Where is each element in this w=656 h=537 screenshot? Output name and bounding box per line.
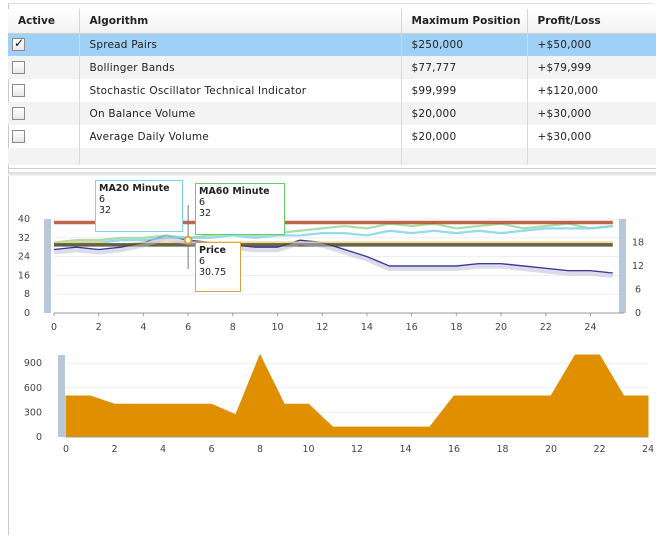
axis-marker bbox=[58, 355, 65, 437]
ma20-tooltip-title: MA20 Minute bbox=[99, 183, 170, 194]
algorithm-cell: Spread Pairs bbox=[79, 33, 402, 56]
empty-row bbox=[8, 148, 656, 165]
y-tick-label: 900 bbox=[24, 358, 42, 369]
ma20-tooltip-y: 32 bbox=[99, 205, 112, 216]
x-tick-label: 8 bbox=[257, 444, 263, 455]
x-tick-label: 16 bbox=[406, 322, 418, 333]
profit-loss-cell: +$79,999 bbox=[527, 56, 656, 79]
ma60-tooltip-title: MA60 Minute bbox=[199, 186, 270, 197]
y2-tick-label: 6 bbox=[635, 285, 641, 296]
table-row[interactable]: ✓ Spread Pairs $250,000 +$50,000 bbox=[8, 33, 656, 56]
x-tick-label: 18 bbox=[450, 322, 462, 333]
y-tick-label: 600 bbox=[24, 383, 42, 394]
max-position-cell: $20,000 bbox=[401, 102, 528, 125]
x-tick-label: 0 bbox=[51, 322, 57, 333]
x-tick-label: 24 bbox=[584, 322, 596, 333]
x-tick-label: 12 bbox=[316, 322, 328, 333]
x-tick-label: 6 bbox=[208, 444, 214, 455]
header-row: Active Algorithm Maximum Position Profit… bbox=[8, 9, 656, 34]
active-checkbox[interactable] bbox=[12, 107, 25, 120]
ma60-tooltip-x: 6 bbox=[199, 197, 206, 208]
column-header-profit-loss[interactable]: Profit/Loss bbox=[527, 9, 656, 34]
column-header-algorithm[interactable]: Algorithm bbox=[79, 9, 402, 34]
algorithm-cell: On Balance Volume bbox=[79, 102, 402, 125]
active-cell[interactable] bbox=[8, 79, 80, 102]
x-tick-label: 4 bbox=[160, 444, 166, 455]
profit-loss-cell: +$50,000 bbox=[527, 33, 656, 56]
x-tick-label: 4 bbox=[140, 322, 146, 333]
axis-marker bbox=[619, 219, 626, 313]
y-tick-label: 24 bbox=[18, 252, 30, 263]
algorithm-cell: Bollinger Bands bbox=[79, 56, 402, 79]
x-tick-label: 10 bbox=[271, 322, 283, 333]
ma60-tooltip-y: 32 bbox=[199, 208, 212, 219]
hover-point bbox=[183, 235, 193, 245]
y2-tick-label: 18 bbox=[632, 238, 644, 249]
table-row[interactable]: Bollinger Bands $77,777 +$79,999 bbox=[8, 56, 656, 79]
x-tick-label: 16 bbox=[448, 444, 460, 455]
y2-tick-label: 0 bbox=[635, 308, 641, 319]
algorithm-table: Active Algorithm Maximum Position Profit… bbox=[8, 9, 656, 165]
price-tooltip: Price 6 30.75 bbox=[195, 242, 241, 292]
x-tick-label: 10 bbox=[302, 444, 314, 455]
y-tick-label: 300 bbox=[24, 407, 42, 418]
y-tick-label: 0 bbox=[36, 432, 42, 443]
x-tick-label: 2 bbox=[96, 322, 102, 333]
y-tick-label: 8 bbox=[24, 289, 30, 300]
max-position-cell: $77,777 bbox=[401, 56, 528, 79]
price-tooltip-y: 30.75 bbox=[199, 267, 227, 278]
profit-loss-cell: +$30,000 bbox=[527, 125, 656, 148]
active-cell[interactable]: ✓ bbox=[8, 33, 80, 56]
check-icon: ✓ bbox=[14, 36, 25, 51]
x-tick-label: 12 bbox=[351, 444, 363, 455]
profit-loss-cell: +$120,000 bbox=[527, 79, 656, 102]
axis-marker bbox=[44, 219, 51, 313]
active-checkbox[interactable]: ✓ bbox=[12, 36, 25, 52]
table-row[interactable]: Stochastic Oscillator Technical Indicato… bbox=[8, 79, 656, 102]
table-row[interactable]: Average Daily Volume $20,000 +$30,000 bbox=[8, 125, 656, 148]
max-position-cell: $250,000 bbox=[401, 33, 528, 56]
algorithm-cell: Average Daily Volume bbox=[79, 125, 402, 148]
algorithm-cell: Stochastic Oscillator Technical Indicato… bbox=[79, 79, 402, 102]
active-cell[interactable] bbox=[8, 102, 80, 125]
x-tick-label: 14 bbox=[399, 444, 411, 455]
y-tick-label: 16 bbox=[18, 270, 30, 281]
x-tick-label: 24 bbox=[642, 444, 654, 455]
x-tick-label: 20 bbox=[545, 444, 557, 455]
price-tooltip-x: 6 bbox=[199, 256, 206, 267]
x-tick-label: 8 bbox=[230, 322, 236, 333]
volume-chart: 03006009000 2 4 6 8 10 12 14 16 18 20 22 24 bbox=[24, 353, 654, 455]
column-header-active[interactable]: Active bbox=[8, 9, 80, 34]
active-cell[interactable] bbox=[8, 56, 80, 79]
volume-area bbox=[65, 353, 649, 438]
x-tick-label: 20 bbox=[495, 322, 507, 333]
algorithm-grid: Active Algorithm Maximum Position Profit… bbox=[8, 9, 656, 169]
table-row[interactable]: On Balance Volume $20,000 +$30,000 bbox=[8, 102, 656, 125]
ma20-tooltip-x: 6 bbox=[99, 194, 106, 205]
x-tick-label: 14 bbox=[361, 322, 373, 333]
y2-tick-label: 12 bbox=[632, 261, 644, 272]
panel-divider[interactable] bbox=[8, 172, 656, 176]
y-tick-label: 40 bbox=[18, 214, 30, 225]
x-tick-label: 0 bbox=[63, 444, 69, 455]
x-tick-label: 18 bbox=[496, 444, 508, 455]
active-checkbox[interactable] bbox=[12, 84, 25, 97]
active-cell[interactable] bbox=[8, 125, 80, 148]
ma20-tooltip: MA20 Minute 6 32 bbox=[95, 180, 183, 232]
column-header-max-position[interactable]: Maximum Position bbox=[401, 9, 528, 34]
ma60-tooltip: MA60 Minute 6 32 bbox=[195, 183, 285, 235]
x-tick-label: 22 bbox=[593, 444, 605, 455]
profit-loss-cell: +$30,000 bbox=[527, 102, 656, 125]
y-tick-label: 32 bbox=[18, 233, 30, 244]
max-position-cell: $99,999 bbox=[401, 79, 528, 102]
price-tooltip-title: Price bbox=[199, 245, 226, 256]
x-tick-label: 2 bbox=[111, 444, 117, 455]
y-tick-label: 0 bbox=[24, 308, 30, 319]
x-tick-label: 6 bbox=[185, 322, 191, 333]
active-checkbox[interactable] bbox=[12, 61, 25, 74]
x-tick-label: 22 bbox=[540, 322, 552, 333]
active-checkbox[interactable] bbox=[12, 130, 25, 143]
max-position-cell: $20,000 bbox=[401, 125, 528, 148]
